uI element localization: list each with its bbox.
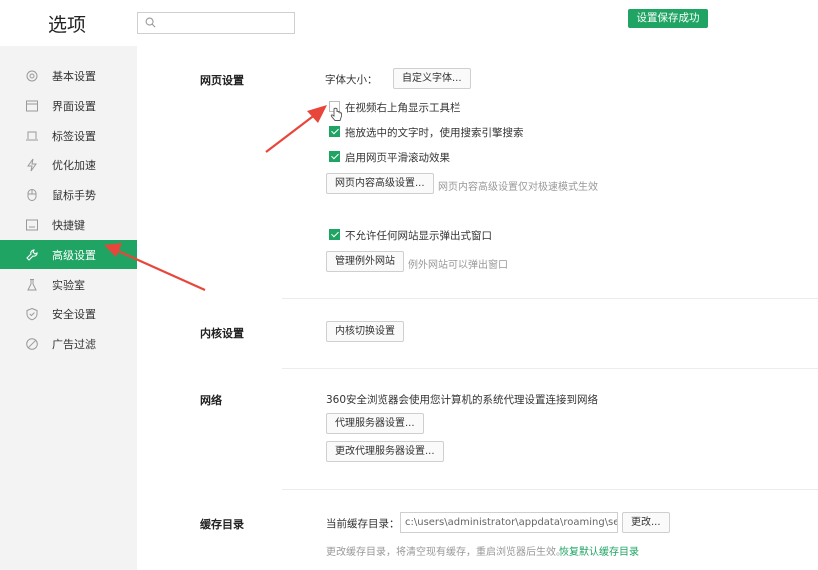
sidebar-item-label: 基本设置 — [52, 70, 96, 83]
search-input[interactable] — [137, 12, 295, 34]
show-video-toolbar-checkbox[interactable] — [329, 101, 340, 112]
cache-dir-label: 当前缓存目录： — [326, 518, 400, 530]
network-description: 360安全浏览器会使用您计算机的系统代理设置连接到网络 — [326, 394, 599, 406]
block-popups-checkbox[interactable] — [329, 229, 340, 240]
mouse-icon — [27, 189, 37, 201]
sidebar-item-speedup[interactable]: 优化加速 — [0, 150, 137, 179]
advanced-content-hint: 网页内容高级设置仅对极速模式生效 — [438, 182, 598, 193]
sidebar-item-adblock[interactable]: 广告过滤 — [0, 329, 137, 358]
proxy-settings-button[interactable]: 代理服务器设置... — [326, 413, 424, 434]
sidebar-item-lab[interactable]: 实验室 — [0, 270, 137, 299]
sidebar-item-label: 高级设置 — [52, 249, 96, 262]
section-divider — [282, 368, 818, 369]
show-video-toolbar-label: 在视频右上角显示工具栏 — [345, 102, 461, 114]
change-cache-dir-button[interactable]: 更改... — [622, 512, 670, 533]
sidebar: 基本设置 界面设置 标签设置 优化加速 鼠标手势 快捷键 高级设置 实验室 安全… — [0, 46, 137, 570]
lightning-icon — [27, 158, 37, 172]
sidebar-item-label: 鼠标手势 — [52, 189, 96, 202]
sidebar-item-label: 标签设置 — [52, 130, 96, 143]
section-divider — [282, 489, 818, 490]
wrench-icon — [26, 249, 38, 261]
section-title-cache: 缓存目录 — [200, 518, 244, 531]
change-proxy-settings-button[interactable]: 更改代理服务器设置... — [326, 441, 444, 462]
manage-exceptions-button[interactable]: 管理例外网站 — [326, 251, 404, 272]
flask-icon — [27, 279, 37, 291]
keyboard-icon — [26, 219, 38, 231]
drag-search-checkbox[interactable] — [329, 126, 340, 137]
sidebar-item-label: 广告过滤 — [52, 338, 96, 351]
sidebar-item-label: 实验室 — [52, 279, 85, 292]
sidebar-item-basic[interactable]: 基本设置 — [0, 61, 137, 90]
custom-font-button[interactable]: 自定义字体... — [393, 68, 471, 89]
exceptions-hint: 例外网站可以弹出窗口 — [408, 260, 508, 271]
sidebar-item-tabs[interactable]: 标签设置 — [0, 121, 137, 150]
sidebar-item-label: 界面设置 — [52, 100, 96, 113]
sidebar-item-label: 安全设置 — [52, 308, 96, 321]
section-divider — [282, 298, 818, 299]
sidebar-item-security[interactable]: 安全设置 — [0, 299, 137, 328]
kernel-switch-button[interactable]: 内核切换设置 — [326, 321, 404, 342]
save-success-toast: 设置保存成功 — [628, 9, 708, 28]
sidebar-item-advanced[interactable]: 高级设置 — [0, 240, 137, 269]
settings-panel: 网页设置 字体大小： 自定义字体... 在视频右上角显示工具栏 拖放选中的文字时… — [137, 46, 818, 570]
drag-search-label: 拖放选中的文字时，使用搜索引擎搜索 — [345, 127, 524, 139]
block-icon — [26, 338, 38, 350]
top-bar: 选项 设置保存成功 — [0, 0, 818, 46]
sidebar-item-label: 快捷键 — [52, 219, 85, 232]
gear-icon — [26, 70, 38, 82]
smooth-scroll-label: 启用网页平滑滚动效果 — [345, 152, 450, 164]
sidebar-item-label: 优化加速 — [52, 159, 96, 172]
section-title-network: 网络 — [200, 394, 222, 407]
cache-dir-input[interactable]: c:\users\administrator\appdata\roaming\s… — [400, 512, 618, 533]
sidebar-item-shortcuts[interactable]: 快捷键 — [0, 210, 137, 239]
font-size-label: 字体大小： — [325, 74, 378, 86]
window-icon — [26, 100, 38, 112]
cache-dir-hint: 更改缓存目录，将清空现有缓存，重启浏览器后生效。 — [326, 547, 566, 558]
sidebar-item-interface[interactable]: 界面设置 — [0, 91, 137, 120]
page-title: 选项 — [48, 14, 87, 36]
restore-default-cache-link[interactable]: 恢复默认缓存目录 — [559, 543, 639, 558]
shield-icon — [26, 307, 38, 321]
section-title-kernel: 内核设置 — [200, 327, 244, 340]
advanced-content-settings-button[interactable]: 网页内容高级设置... — [326, 173, 434, 194]
tab-icon — [26, 131, 38, 141]
search-icon — [145, 17, 156, 28]
sidebar-item-mouse-gesture[interactable]: 鼠标手势 — [0, 180, 137, 209]
block-popups-label: 不允许任何网站显示弹出式窗口 — [345, 230, 492, 242]
section-title-webpage: 网页设置 — [200, 74, 244, 87]
smooth-scroll-checkbox[interactable] — [329, 151, 340, 162]
